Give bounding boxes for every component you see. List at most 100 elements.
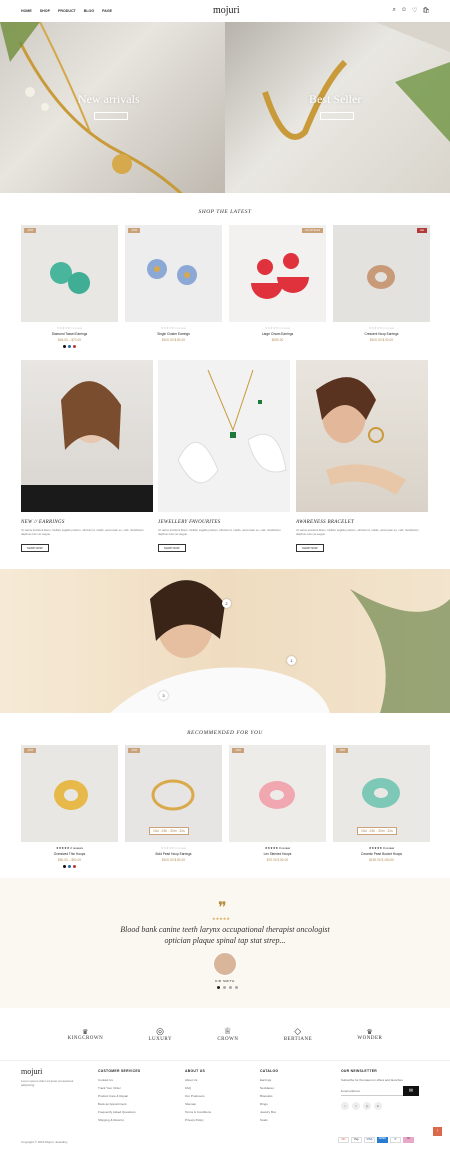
shop-now-button[interactable]: SHOP NOW [158, 544, 186, 552]
footer-link[interactable]: FAQ [185, 1086, 211, 1090]
slider-dot[interactable] [229, 986, 232, 989]
product-card[interactable]: -13% 15d : 23h : 30m : 32s ★★★★★ 0 revie… [125, 745, 222, 862]
brand-logo[interactable]: ◎ LUXURY [149, 1026, 173, 1042]
product-card[interactable]: Out Of Stock ★★★★★ 0 review Large Charm … [229, 225, 326, 342]
product-price: $100.00 $ 90.00 [369, 338, 394, 342]
feature-image[interactable] [21, 360, 153, 512]
feature-image[interactable] [296, 360, 428, 512]
rating-stars: ★★★★★ 0 review [264, 846, 291, 850]
product-name[interactable]: Diamond Tassel Earrings [21, 332, 118, 336]
shop-now-button[interactable]: SHOP NOW [296, 544, 324, 552]
product-name[interactable]: Lex Sleeved Hoops [229, 852, 326, 856]
site-logo[interactable]: mojuri [213, 5, 240, 16]
product-card[interactable]: -22% ★★★★★ 0 review Diamond Tassel Earri… [21, 225, 118, 348]
swatch[interactable] [73, 345, 76, 348]
brand-logo[interactable]: ◇ BERTIANE [284, 1026, 312, 1042]
user-icon[interactable]: ☺ [401, 7, 407, 14]
visa-icon: VISA [364, 1137, 375, 1143]
product-card[interactable]: Hot ★★★★★ 0 review Crescent Hoop Earring… [333, 225, 430, 342]
shop-now-button[interactable]: SHOP NOW [21, 544, 49, 552]
product-card[interactable]: -13% ★★★★★ 0 review Single Cluster Earri… [125, 225, 222, 342]
footer-link[interactable]: Sitemap [185, 1102, 211, 1106]
footer-link[interactable]: Shipping & Returns [98, 1118, 140, 1122]
footer-link[interactable]: Terms & Conditions [185, 1110, 211, 1114]
countdown-timer: 15d : 23h : 30m : 32s [149, 827, 189, 835]
cart-icon[interactable]: 🛍 [422, 7, 430, 14]
slider-dot[interactable] [223, 986, 226, 989]
swatch[interactable] [63, 345, 66, 348]
product-name[interactable]: Oversized Thin Hoops [21, 852, 118, 856]
footer-link[interactable]: Rings [260, 1102, 278, 1106]
hero-right-button[interactable] [320, 112, 354, 120]
product-name[interactable]: Bold Pearl Hoop Earrings [125, 852, 222, 856]
product-image[interactable]: -18% 15d : 23h : 30m : 32s [333, 745, 430, 842]
facebook-icon[interactable]: f [352, 1102, 360, 1110]
menu-product[interactable]: PRODUCT [58, 9, 76, 13]
footer-link[interactable]: Contact Us [98, 1078, 140, 1082]
product-image[interactable]: -13% [125, 225, 222, 322]
email-input[interactable] [341, 1086, 403, 1096]
product-card[interactable]: -16% ★★★★★ 0 review Lex Sleeved Hoops $7… [229, 745, 326, 862]
slider-dot[interactable] [217, 986, 220, 989]
footer-link[interactable]: Studs [260, 1118, 278, 1122]
feature-image[interactable] [158, 360, 290, 512]
product-image[interactable]: -16% [229, 745, 326, 842]
menu-home[interactable]: HOME [21, 9, 32, 13]
product-name[interactable]: Ceramic Pearl Bucket Hoops [333, 852, 430, 856]
footer-link[interactable]: Frequently Asked Questions [98, 1110, 140, 1114]
swatch[interactable] [63, 865, 66, 868]
instagram-icon[interactable]: ◎ [363, 1102, 371, 1110]
swatch[interactable] [68, 865, 71, 868]
product-image[interactable]: -22% [21, 745, 118, 842]
product-image[interactable]: -22% [21, 225, 118, 322]
hotspot[interactable]: 3 [159, 691, 168, 700]
hero-best-seller[interactable]: Best Seller [225, 22, 450, 193]
slider-dot[interactable] [235, 986, 238, 989]
menu-blog[interactable]: BLOG [84, 9, 94, 13]
feature-earrings[interactable]: NEW // EARRINGS Ut varius tincidunt libe… [21, 360, 153, 554]
footer-link[interactable]: Privacy Policy [185, 1118, 211, 1122]
countdown-timer: 15d : 23h : 30m : 32s [357, 827, 397, 835]
hero-new-arrivals[interactable]: New arrivals [0, 22, 225, 193]
product-image[interactable]: Out Of Stock [229, 225, 326, 322]
brand-logo[interactable]: ♕ CROWN [217, 1026, 238, 1042]
swatch[interactable] [68, 345, 71, 348]
heart-icon[interactable]: ♡ [412, 7, 417, 14]
footer-link[interactable]: Jewelry Box [260, 1110, 278, 1114]
back-to-top-button[interactable]: ↑ [433, 1127, 442, 1136]
product-name[interactable]: Single Cluster Earrings [125, 332, 222, 336]
twitter-icon[interactable]: t [341, 1102, 349, 1110]
hotspot[interactable]: 2 [222, 599, 231, 608]
footer-link[interactable]: Track Your Order [98, 1086, 140, 1090]
product-name[interactable]: Large Charm Earrings [229, 332, 326, 336]
menu-shop[interactable]: SHOP [40, 9, 50, 13]
product-image[interactable]: -13% 15d : 23h : 30m : 32s [125, 745, 222, 842]
send-button[interactable]: ✉ [403, 1086, 419, 1096]
product-card[interactable]: -22% ★★★★★ 2 reviews Oversized Thin Hoop… [21, 745, 118, 868]
discount-badge: -22% [24, 228, 37, 233]
rating-stars: ★★★★★ 0 review [264, 326, 291, 330]
product-name[interactable]: Crescent Hoop Earrings [333, 332, 430, 336]
rating-stars: ★★★★★ 2 reviews [56, 846, 83, 850]
product-card[interactable]: -18% 15d : 23h : 30m : 32s ★★★★★ 0 revie… [333, 745, 430, 862]
search-icon[interactable]: ⌕ [392, 7, 395, 14]
hotspot[interactable]: 1 [287, 656, 296, 665]
swatch[interactable] [73, 865, 76, 868]
feature-favourites[interactable]: JEWELLERY FAVOURITES Ut varius tincidunt… [158, 360, 290, 554]
product-image[interactable]: Hot [333, 225, 430, 322]
footer-link[interactable]: Product Care & Repair [98, 1094, 140, 1098]
linkedin-icon[interactable]: in [374, 1102, 382, 1110]
brand-logo[interactable]: ♛ KINGCROWN [68, 1028, 104, 1041]
footer-link[interactable]: Our Producers [185, 1094, 211, 1098]
feature-bracelet[interactable]: AWARENESS BRACELET Ut varius tincidunt l… [296, 360, 428, 554]
footer-link[interactable]: Bracelets [260, 1094, 278, 1098]
brand-logo[interactable]: ♛ WONDER [357, 1028, 382, 1041]
menu-page[interactable]: PAGE [102, 9, 112, 13]
product-price: $45.00 – $70.00 [57, 338, 82, 342]
footer-logo[interactable]: mojuri [21, 1067, 42, 1076]
footer-link[interactable]: Necklaces [260, 1086, 278, 1090]
footer-link[interactable]: Book an Appointment [98, 1102, 140, 1106]
footer-link[interactable]: About Us [185, 1078, 211, 1082]
footer-link[interactable]: Earrings [260, 1078, 278, 1082]
hero-left-button[interactable] [94, 112, 128, 120]
